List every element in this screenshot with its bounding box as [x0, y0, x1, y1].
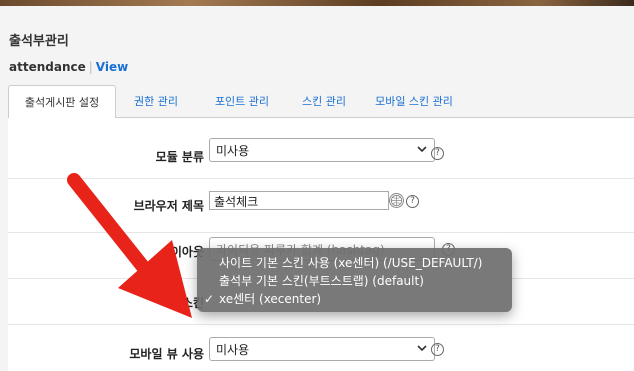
- skin-option-selected[interactable]: ✓ xe센터 (xecenter): [197, 290, 512, 308]
- skin-dropdown-menu: 사이트 기본 스킨 사용 (xe센터) (/USE_DEFAULT/) 출석부 …: [197, 248, 512, 312]
- separator: |: [88, 60, 93, 74]
- tab-skin[interactable]: 스킨 관리: [288, 85, 360, 118]
- skin-option[interactable]: 사이트 기본 스킨 사용 (xe센터) (/USE_DEFAULT/): [197, 254, 512, 272]
- annotation-arrow-icon: [67, 173, 192, 318]
- page-title: 출석부관리: [9, 34, 69, 49]
- tab-board-settings[interactable]: 출석게시판 설정: [8, 85, 116, 119]
- module-mid: attendance: [9, 60, 86, 74]
- category-value: 미사용: [216, 144, 250, 158]
- globe-icon[interactable]: [389, 193, 404, 208]
- help-icon[interactable]: ?: [431, 343, 444, 356]
- header-banner-image: [0, 0, 634, 6]
- tab-bar: 출석게시판 설정 권한 관리 포인트 관리 스킨 관리 모바일 스킨 관리: [8, 85, 634, 119]
- tab-points[interactable]: 포인트 관리: [196, 85, 288, 118]
- chevron-down-icon: [417, 345, 427, 352]
- mobile-view-value: 미사용: [216, 343, 250, 357]
- skin-option-label: xe센터 (xecenter): [219, 292, 322, 306]
- browser-title-input[interactable]: 출석체크: [209, 191, 389, 210]
- skin-option-label: 사이트 기본 스킨 사용 (xe센터) (/USE_DEFAULT/): [219, 256, 483, 270]
- chevron-down-icon: [417, 146, 427, 153]
- skin-option[interactable]: 출석부 기본 스킨(부트스트랩) (default): [197, 272, 512, 290]
- category-label: 모듈 분류: [155, 150, 204, 164]
- module-info: attendance | View: [9, 60, 128, 74]
- tab-mobile-skin[interactable]: 모바일 스킨 관리: [360, 85, 468, 118]
- mobile-view-select[interactable]: 미사용: [209, 337, 435, 361]
- help-icon[interactable]: ?: [406, 195, 419, 208]
- help-icon[interactable]: ?: [431, 147, 444, 160]
- skin-option-label: 출석부 기본 스킨(부트스트랩) (default): [219, 274, 424, 288]
- category-select[interactable]: 미사용: [209, 138, 435, 162]
- tab-permissions[interactable]: 권한 관리: [116, 85, 196, 118]
- mobile-view-label: 모바일 뷰 사용: [129, 347, 204, 361]
- view-link[interactable]: View: [96, 60, 128, 74]
